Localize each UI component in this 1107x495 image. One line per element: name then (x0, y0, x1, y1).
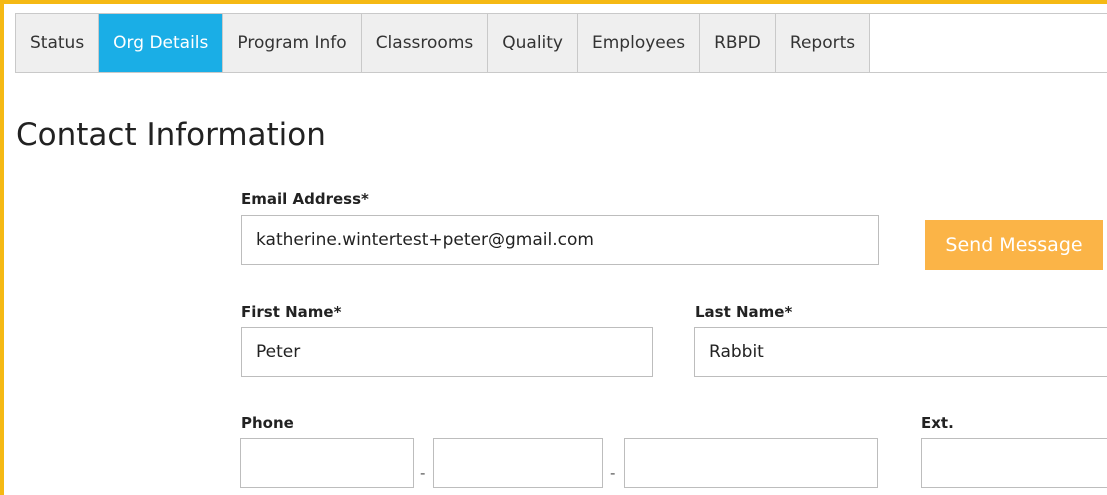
send-message-button[interactable]: Send Message (925, 220, 1103, 270)
phone-line-input[interactable] (624, 438, 878, 488)
tab-employees[interactable]: Employees (577, 14, 700, 72)
phone-separator: - (420, 464, 426, 482)
first-name-input[interactable] (241, 327, 653, 377)
ext-label: Ext. (921, 414, 954, 432)
section-title: Contact Information (16, 117, 326, 153)
phone-label: Phone (241, 414, 294, 432)
tab-bar-filler (869, 14, 1107, 72)
tab-rbpd[interactable]: RBPD (699, 14, 775, 72)
last-name-input[interactable] (694, 327, 1107, 377)
tab-status[interactable]: Status (15, 14, 99, 72)
tab-quality[interactable]: Quality (487, 14, 577, 72)
tab-reports[interactable]: Reports (774, 14, 870, 72)
page-frame: Status Org Details Program Info Classroo… (0, 0, 1107, 495)
email-label: Email Address* (241, 190, 369, 208)
phone-ext-input[interactable] (921, 438, 1107, 488)
phone-prefix-input[interactable] (433, 438, 603, 488)
email-input[interactable] (241, 215, 879, 265)
tab-program-info[interactable]: Program Info (222, 14, 361, 72)
last-name-label: Last Name* (695, 303, 793, 321)
phone-separator: - (610, 464, 616, 482)
tab-classrooms[interactable]: Classrooms (360, 14, 488, 72)
phone-area-code-input[interactable] (240, 438, 414, 488)
tab-bar: Status Org Details Program Info Classroo… (15, 13, 1107, 73)
tab-org-details[interactable]: Org Details (98, 14, 223, 72)
first-name-label: First Name* (241, 303, 342, 321)
